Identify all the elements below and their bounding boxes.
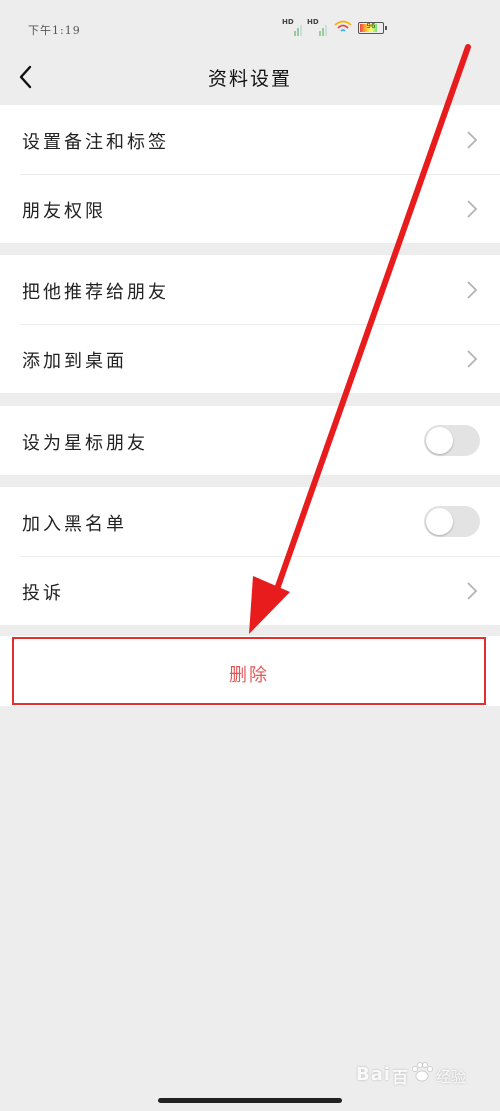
- home-indicator[interactable]: [158, 1098, 342, 1103]
- row-label: 设为星标朋友: [22, 433, 148, 454]
- settings-group-3: 设为星标朋友: [0, 406, 500, 475]
- blacklist-toggle[interactable]: [424, 506, 480, 537]
- row-label: 朋友权限: [22, 201, 106, 222]
- row-label: 投诉: [22, 583, 64, 604]
- status-time: 下午1:19: [28, 24, 81, 37]
- battery-level: 96: [366, 22, 376, 30]
- paw-icon: [412, 1062, 433, 1082]
- signal-icon: HD: [307, 18, 329, 38]
- watermark-brand: Bai: [356, 1064, 392, 1085]
- row-blacklist: 加入黑名单: [0, 487, 500, 556]
- row-remark-tags[interactable]: 设置备注和标签: [0, 105, 500, 174]
- page-title: 资料设置: [207, 68, 292, 90]
- battery-icon: 96: [358, 22, 387, 34]
- settings-group-4: 加入黑名单 投诉: [0, 487, 500, 625]
- delete-section: 删除: [0, 636, 500, 706]
- chevron-right-icon: [467, 350, 478, 368]
- signal-icon: HD: [282, 18, 304, 38]
- row-friend-permissions[interactable]: 朋友权限: [0, 174, 500, 243]
- row-add-to-desktop[interactable]: 添加到桌面: [0, 324, 500, 393]
- toggle-knob: [426, 508, 453, 535]
- row-label: 把他推荐给朋友: [22, 282, 169, 303]
- row-complaint[interactable]: 投诉: [0, 556, 500, 625]
- settings-group-1: 设置备注和标签 朋友权限: [0, 105, 500, 243]
- chevron-right-icon: [467, 281, 478, 299]
- status-bar: 下午1:19 HD HD 96: [0, 0, 500, 50]
- row-star-friend: 设为星标朋友: [0, 406, 500, 475]
- delete-button[interactable]: 删除: [12, 637, 486, 705]
- settings-group-2: 把他推荐给朋友 添加到桌面: [0, 255, 500, 393]
- row-label: 设置备注和标签: [22, 132, 169, 153]
- nav-bar: 资料设置: [0, 50, 500, 105]
- chevron-right-icon: [467, 131, 478, 149]
- baidu-watermark: Bai 百 经验: [356, 1058, 486, 1094]
- row-recommend-to-friend[interactable]: 把他推荐给朋友: [0, 255, 500, 324]
- wifi-icon: [334, 20, 352, 32]
- delete-label: 删除: [229, 665, 269, 686]
- toggle-knob: [426, 427, 453, 454]
- watermark-brand-end: 百: [392, 1068, 410, 1087]
- row-label: 添加到桌面: [22, 351, 127, 372]
- chevron-right-icon: [467, 200, 478, 218]
- row-label: 加入黑名单: [22, 514, 127, 535]
- star-friend-toggle[interactable]: [424, 425, 480, 456]
- chevron-right-icon: [467, 582, 478, 600]
- watermark-suffix: 经验: [436, 1068, 467, 1086]
